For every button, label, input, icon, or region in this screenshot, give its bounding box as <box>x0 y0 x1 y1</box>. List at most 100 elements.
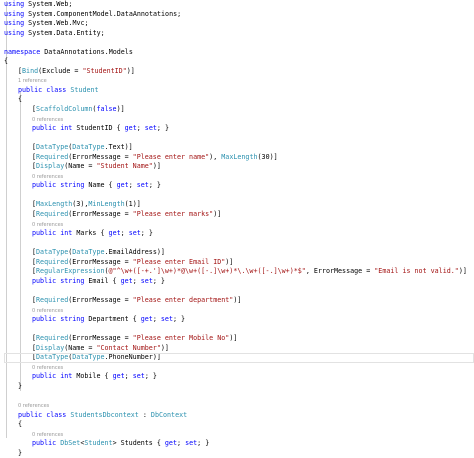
code-line: [Display(Name = "Student Name")] <box>0 162 474 172</box>
codelens-reference-count[interactable]: 0 references <box>0 401 474 411</box>
code-line: { <box>0 57 474 67</box>
code-token: Student <box>70 85 99 94</box>
code-line: { <box>0 95 474 105</box>
code-token: (ErrorMessage = <box>68 210 133 219</box>
code-token: ), <box>209 152 222 161</box>
code-token: (ErrorMessage = <box>68 295 133 304</box>
code-token: "Please enter name" <box>132 152 210 161</box>
code-line: public int Mobile { get; set; } <box>0 372 474 382</box>
codelens-reference-count[interactable]: 0 references <box>0 115 474 125</box>
code-token: , ErrorMessage = <box>305 267 375 276</box>
code-token: string <box>60 276 85 285</box>
code-token: (Exclude = <box>38 66 83 75</box>
code-line: [DataType(DataType.EmailAddress)] <box>0 248 474 258</box>
code-line: public class Student <box>0 86 474 96</box>
code-token: MinLength <box>88 200 125 209</box>
code-token: get <box>116 181 129 190</box>
code-token: Display <box>36 162 65 171</box>
code-token: )] <box>152 162 161 171</box>
code-token: .Text)] <box>104 143 133 152</box>
codelens-reference-count[interactable]: 0 references <box>0 172 474 182</box>
code-token: )] <box>126 66 135 75</box>
codelens-reference-count[interactable]: 0 references <box>0 430 474 440</box>
code-line: using System.Web; <box>0 0 474 10</box>
code-token: public <box>18 85 43 94</box>
code-line: public int StudentID { get; set; } <box>0 124 474 134</box>
code-line: [ScaffoldColumn(false)] <box>0 105 474 115</box>
code-token: (Name = <box>64 343 97 352</box>
code-token: (ErrorMessage = <box>68 152 133 161</box>
code-token: "Please enter Email ID" <box>132 257 226 266</box>
code-token: DbSet <box>60 439 81 448</box>
code-token: (1)] <box>124 200 141 209</box>
code-token: } <box>18 381 23 390</box>
code-token: false <box>96 105 117 114</box>
codelens-label[interactable]: 0 references <box>0 117 63 123</box>
code-token: Display <box>36 343 65 352</box>
code-token: )] <box>225 257 234 266</box>
code-token: System.Web.Mvc; <box>24 19 89 28</box>
code-line: using System.ComponentModel.DataAnnotati… <box>0 10 474 20</box>
code-token: "Contact Number" <box>96 343 161 352</box>
code-line: public string Email { get; set; } <box>0 277 474 287</box>
code-token: namespace <box>4 47 41 56</box>
code-token: ; <box>132 276 141 285</box>
code-line: [MaxLength(3),MinLength(1)] <box>0 200 474 210</box>
code-token: MaxLength <box>221 152 258 161</box>
code-token: get <box>140 315 153 324</box>
code-token: )] <box>458 267 467 276</box>
codelens-label[interactable]: 0 references <box>0 432 63 438</box>
code-token: StudentsDbcontext <box>70 410 139 419</box>
code-token: Name { <box>84 181 117 190</box>
codelens-label[interactable]: 0 references <box>0 308 63 314</box>
code-token: int <box>60 229 73 238</box>
code-token: (Name = <box>64 162 97 171</box>
code-token: (30)] <box>257 152 278 161</box>
code-editor[interactable]: using System.Web; using System.ComponentM… <box>0 0 474 457</box>
code-token: > Students { <box>112 439 165 448</box>
code-token: System.Data.Entity; <box>24 28 105 37</box>
code-token: set <box>128 229 141 238</box>
code-line: namespace DataAnnotations.Models <box>0 48 474 58</box>
code-line: [Bind(Exclude = "StudentID")] <box>0 67 474 77</box>
code-token: class <box>46 410 67 419</box>
codelens-reference-count[interactable]: 0 references <box>0 363 474 373</box>
codelens-label[interactable]: 0 references <box>0 222 63 228</box>
codelens-label[interactable]: 0 references <box>0 174 63 180</box>
code-token: DataType <box>36 143 69 152</box>
code-token: Mobile { <box>72 372 113 381</box>
code-line: public DbSet<Student> Students { get; se… <box>0 439 474 449</box>
codelens-reference-count[interactable]: 0 references <box>0 220 474 230</box>
code-token: )] <box>160 343 169 352</box>
codelens-label[interactable]: 0 references <box>0 365 63 371</box>
code-token: ; <box>128 181 137 190</box>
code-token: ScaffoldColumn <box>36 105 93 114</box>
code-token: ; } <box>173 315 186 324</box>
code-token: ; } <box>156 124 169 133</box>
code-token: ; <box>152 315 161 324</box>
codelens-label[interactable]: 1 reference <box>0 78 47 84</box>
code-token: using <box>4 28 25 37</box>
code-token: { <box>18 420 23 429</box>
code-token: DataType <box>36 248 69 257</box>
codelens-reference-count[interactable]: 1 reference <box>0 76 474 86</box>
codelens-label[interactable]: 0 references <box>0 403 49 409</box>
code-token: DataType <box>72 248 105 257</box>
code-token: "Student Name" <box>96 162 153 171</box>
code-token: set <box>132 372 145 381</box>
code-token: Required <box>36 334 69 343</box>
code-token: using <box>4 0 25 8</box>
codelens-reference-count[interactable]: 0 references <box>0 306 474 316</box>
current-line-highlight <box>4 353 474 363</box>
code-token: string <box>60 315 85 324</box>
code-token: StudentID { <box>72 124 125 133</box>
code-token: "Please enter marks" <box>132 210 214 219</box>
code-token: set <box>140 276 153 285</box>
code-token: )] <box>233 295 242 304</box>
code-token: )] <box>116 105 125 114</box>
code-token: string <box>60 181 85 190</box>
code-token: System.Web; <box>24 0 73 8</box>
code-line: { <box>0 420 474 430</box>
code-token: "Email is not valid." <box>374 267 459 276</box>
